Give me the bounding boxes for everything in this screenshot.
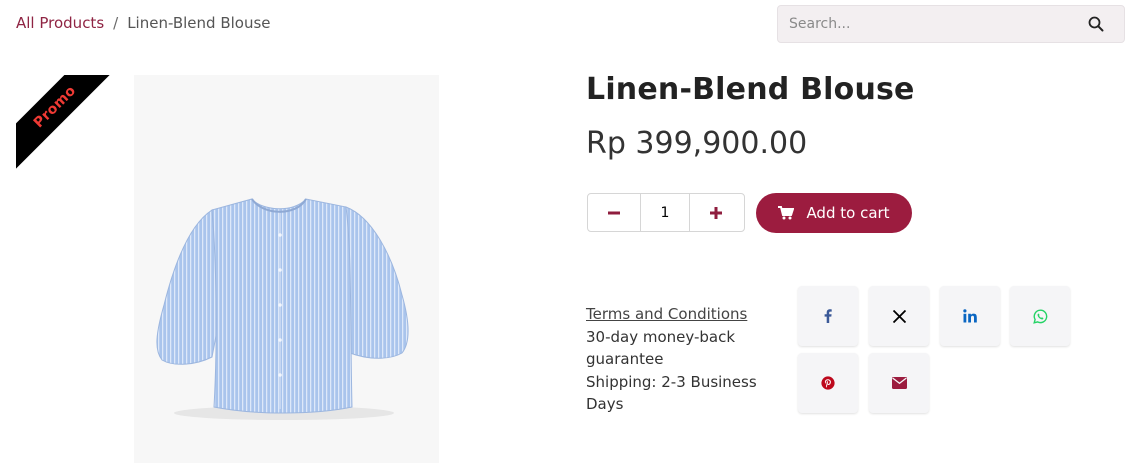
plus-icon: [710, 206, 722, 219]
breadcrumb-separator: /: [113, 14, 119, 32]
breadcrumb-all-products[interactable]: All Products: [16, 14, 104, 32]
product-info: Terms and Conditions 30-day money-back g…: [586, 303, 776, 416]
pinterest-icon: [821, 376, 835, 390]
share-facebook-button[interactable]: [798, 286, 858, 346]
quantity-field-wrap: [640, 194, 690, 231]
shipping-text: Shipping: 2-3 Business Days: [586, 372, 757, 414]
share-whatsapp-button[interactable]: [1010, 286, 1070, 346]
product-price: Rp 399,900.00: [586, 126, 808, 161]
add-to-cart-label: Add to cart: [806, 204, 890, 222]
email-icon: [891, 377, 907, 389]
share-x-button[interactable]: [869, 286, 929, 346]
search-button[interactable]: [1068, 6, 1124, 42]
promo-ribbon: Promo: [16, 75, 111, 170]
increase-quantity-button[interactable]: [690, 194, 742, 231]
breadcrumb: All Products / Linen-Blend Blouse: [16, 14, 271, 32]
terms-link[interactable]: Terms and Conditions: [586, 303, 776, 326]
breadcrumb-current: Linen-Blend Blouse: [127, 14, 271, 32]
add-to-cart-button[interactable]: Add to cart: [756, 193, 912, 233]
x-icon: [892, 309, 906, 323]
product-title: Linen-Blend Blouse: [586, 72, 915, 107]
search-box: [777, 5, 1125, 43]
guarantee-text: 30-day money-back guarantee: [586, 327, 736, 369]
quantity-input[interactable]: [641, 203, 689, 222]
share-email-button[interactable]: [869, 353, 929, 413]
promo-label: Promo: [30, 82, 80, 132]
search-input[interactable]: [778, 6, 1078, 42]
linkedin-icon: [963, 309, 977, 323]
quantity-stepper: [587, 193, 745, 232]
whatsapp-icon: [1032, 308, 1047, 324]
facebook-icon: [824, 309, 832, 323]
shopping-cart-icon: [778, 206, 795, 220]
minus-icon: [608, 211, 620, 214]
search-icon: [1088, 16, 1104, 32]
blouse-image: [156, 198, 409, 420]
share-pinterest-button[interactable]: [798, 353, 858, 413]
share-linkedin-button[interactable]: [940, 286, 1000, 346]
product-image[interactable]: [134, 75, 439, 463]
decrease-quantity-button[interactable]: [588, 194, 640, 231]
